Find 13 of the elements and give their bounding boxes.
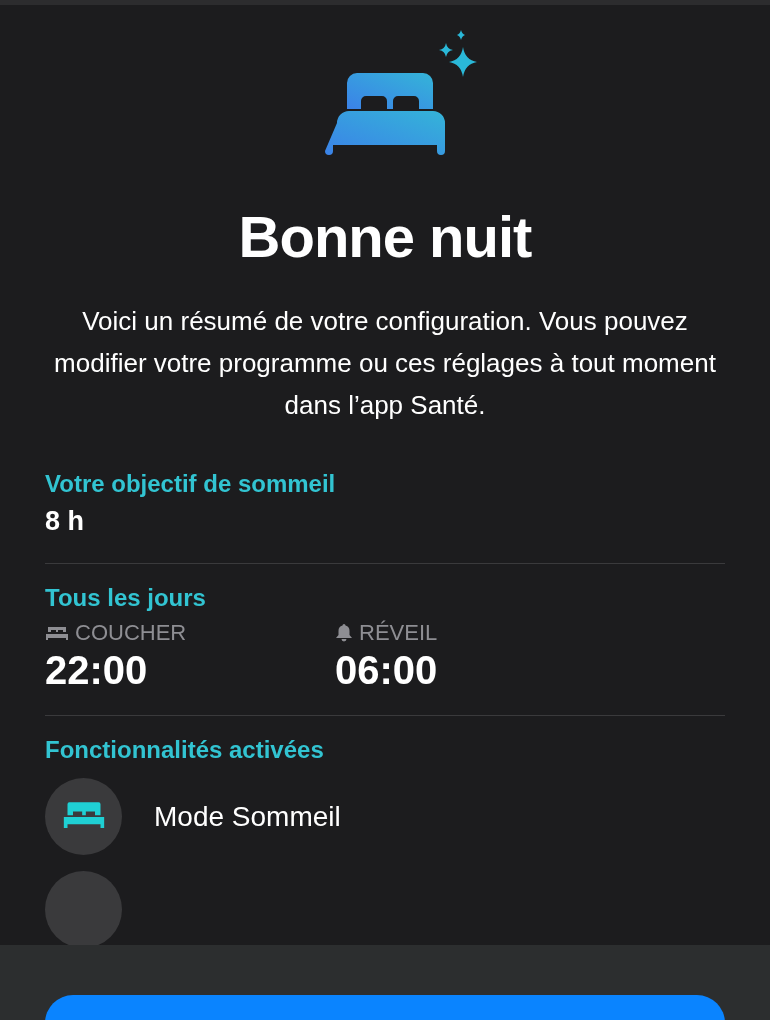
feature-label: Mode Sommeil	[154, 800, 341, 833]
time-value: 06:00	[335, 648, 439, 693]
time-value: 22:00	[45, 648, 149, 693]
bed-icon	[45, 625, 69, 641]
section-label: Fonctionnalités activées	[45, 735, 325, 765]
time-label: COUCHER	[75, 620, 187, 646]
page-title: Bonne nuit	[238, 203, 532, 270]
description-text: Voici un résumé de votre configuration. Vous pouvez modifier votre programme ou ces réglages à tout moment dans l’app Santé.	[53, 305, 717, 422]
bell-icon	[335, 623, 353, 643]
time-label: RÉVEIL	[359, 620, 438, 646]
sleep-goal-value: 8 h	[45, 506, 85, 537]
section-label: Tous les jours	[45, 583, 207, 613]
section-label: Votre objectif de sommeil	[45, 469, 337, 499]
